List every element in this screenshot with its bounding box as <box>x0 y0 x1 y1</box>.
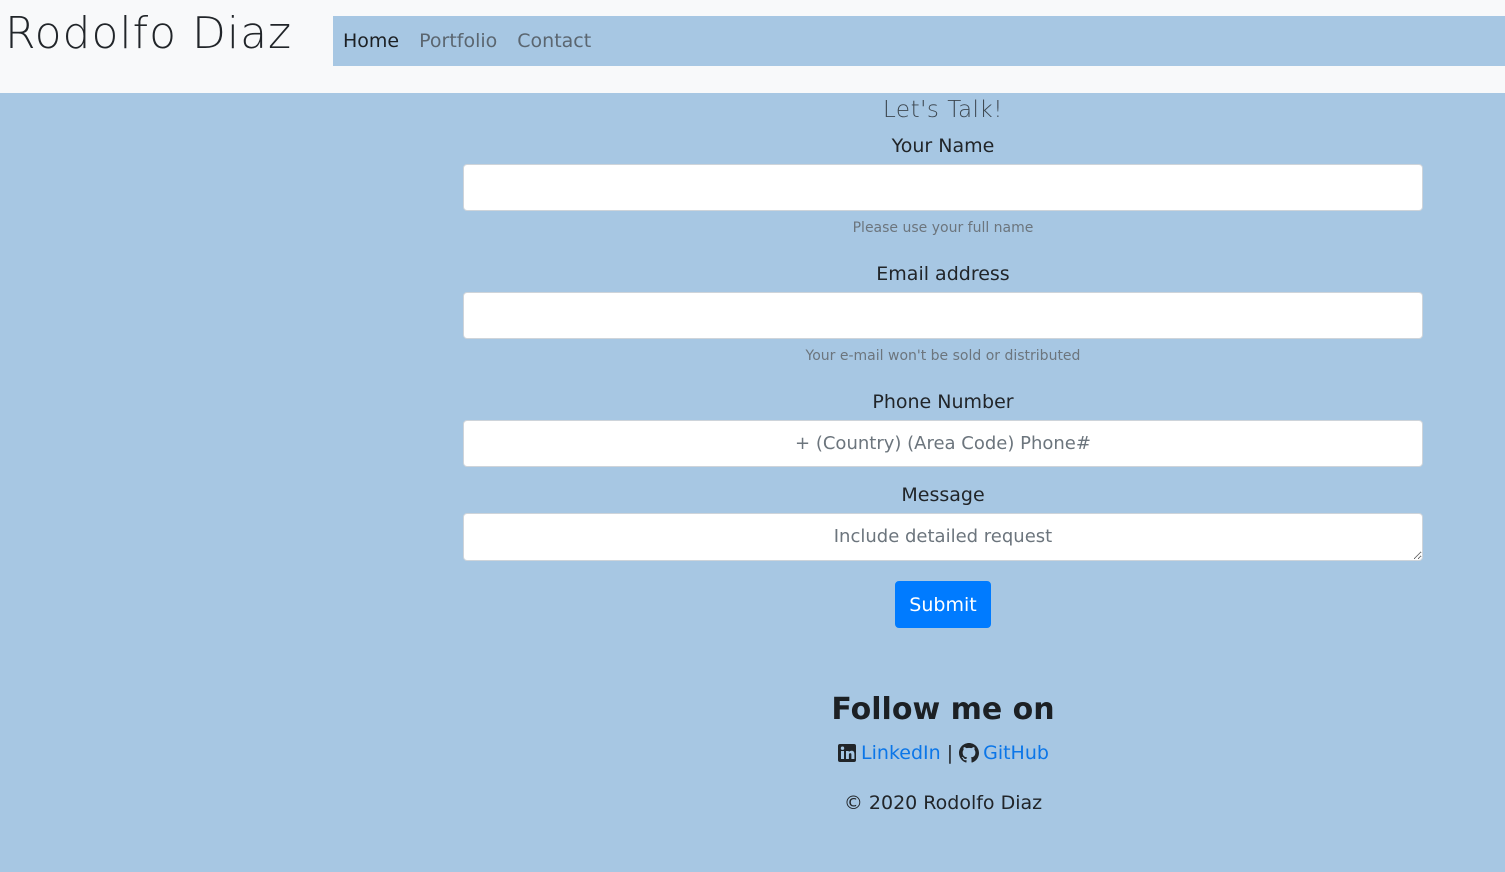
social-links: LinkedIn | GitHub <box>463 742 1423 764</box>
site-brand[interactable]: Rodolfo Diaz <box>5 8 292 59</box>
message-textarea[interactable] <box>463 513 1423 561</box>
email-input[interactable] <box>463 292 1423 339</box>
nav-portfolio-link[interactable]: Portfolio <box>419 30 497 52</box>
follow-heading: Follow me on <box>831 692 1055 727</box>
phone-input[interactable] <box>463 420 1423 467</box>
email-help-text: Your e-mail won't be sold or distributed <box>805 348 1081 364</box>
contact-form: Let's Talk! Your Name Please use your fu… <box>463 93 1423 628</box>
copyright-text: © 2020 Rodolfo Diaz <box>843 792 1043 814</box>
nav-home-link[interactable]: Home <box>343 30 399 52</box>
github-label: GitHub <box>983 742 1049 764</box>
name-help-text: Please use your full name <box>852 220 1034 236</box>
linkedin-icon <box>837 743 857 763</box>
form-title: Let's Talk! <box>883 97 1003 123</box>
phone-label: Phone Number <box>872 391 1014 413</box>
nav-contact-link[interactable]: Contact <box>517 30 591 52</box>
github-icon <box>959 743 980 763</box>
email-label: Email address <box>876 263 1010 285</box>
message-label: Message <box>901 484 985 506</box>
name-input[interactable] <box>463 164 1423 211</box>
name-label: Your Name <box>891 135 995 157</box>
link-separator: | <box>946 742 954 764</box>
github-link[interactable]: GitHub <box>959 742 1049 764</box>
submit-button[interactable]: Submit <box>895 581 991 628</box>
site-header: Rodolfo Diaz Home Portfolio Contact <box>0 0 1505 93</box>
linkedin-label: LinkedIn <box>861 742 941 764</box>
main-nav: Home Portfolio Contact <box>333 16 1505 66</box>
linkedin-link[interactable]: LinkedIn <box>837 742 941 764</box>
